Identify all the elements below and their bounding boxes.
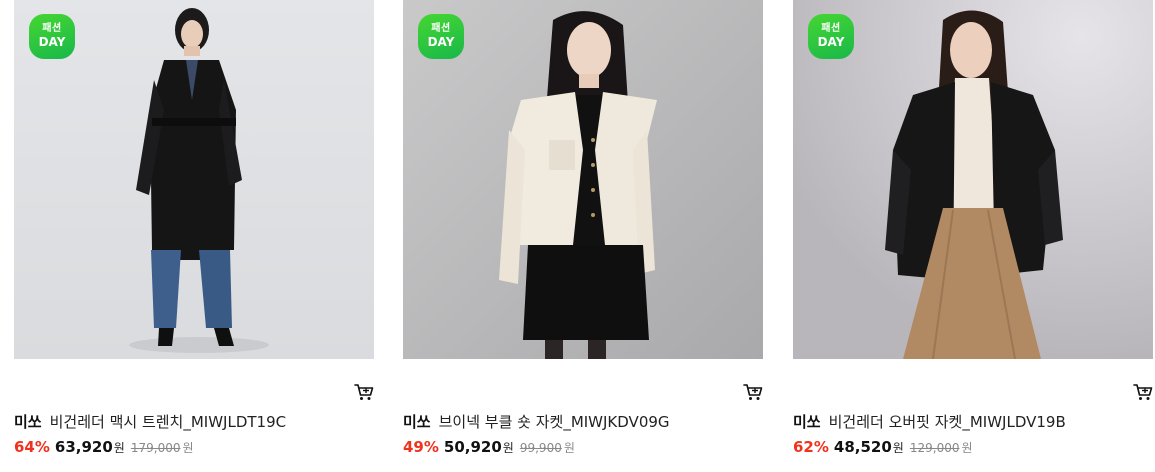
sale-price: 48,520: [833, 438, 892, 456]
sale-currency: 원: [502, 441, 514, 455]
price-row: 49% 50,920원 99,900 원: [403, 437, 575, 458]
brand-name: 미쏘: [14, 413, 42, 431]
discount-rate: 49%: [403, 438, 439, 456]
discount-rate: 62%: [793, 438, 829, 456]
sale-currency: 원: [113, 441, 125, 455]
cart-icon-glyph: [354, 384, 374, 400]
badge-text-top: 패션: [821, 23, 841, 34]
discount-rate: 64%: [14, 438, 50, 456]
original-price: 129,000: [909, 441, 960, 455]
original-price: 99,900: [519, 441, 562, 455]
price-row: 64% 63,920원 179,000 원: [14, 437, 194, 458]
badge-text-bottom: DAY: [427, 35, 455, 49]
badge-text-top: 패션: [431, 23, 451, 34]
product-name: 비건레더 맥시 트렌치_MIWJLDT19C: [49, 413, 287, 431]
cart-icon-glyph: [1133, 384, 1153, 400]
sale-currency: 원: [892, 441, 904, 455]
cart-icon[interactable]: [1133, 383, 1153, 401]
sale-price: 50,920: [443, 438, 502, 456]
sale-price: 63,920: [54, 438, 113, 456]
original-price: 179,000: [130, 441, 181, 455]
brand-name: 미쏘: [793, 413, 821, 431]
cart-icon-glyph: [743, 384, 763, 400]
product-image[interactable]: 패션 DAY: [14, 0, 374, 359]
cart-icon[interactable]: [743, 383, 763, 401]
original-currency: 원: [961, 441, 973, 455]
product-name: 비건레더 오버핏 자켓_MIWJLDV19B: [828, 413, 1066, 431]
badge-text-bottom: DAY: [817, 35, 845, 49]
product-title[interactable]: 미쏘 비건레더 오버핏 자켓_MIWJLDV19B: [793, 412, 1153, 432]
product-image[interactable]: 패션 DAY: [793, 0, 1153, 359]
fashion-day-badge: 패션 DAY: [808, 14, 854, 59]
price-row: 62% 48,520원 129,000 원: [793, 437, 973, 458]
product-card[interactable]: 패션 DAY 미쏘 비건레더 맥시 트렌치_MIWJLDT19C 64% 63,92…: [14, 0, 374, 472]
product-card[interactable]: 패션 DAY 미쏘 브이넥 부클 숏 자켓_MIWJKDV09G 49% 50,92…: [403, 0, 763, 472]
fashion-day-badge: 패션 DAY: [29, 14, 75, 59]
original-currency: 원: [182, 441, 194, 455]
product-title[interactable]: 미쏘 비건레더 맥시 트렌치_MIWJLDT19C: [14, 412, 374, 432]
badge-text-bottom: DAY: [38, 35, 66, 49]
original-currency: 원: [563, 441, 575, 455]
product-name: 브이넥 부클 숏 자켓_MIWJKDV09G: [438, 413, 670, 431]
product-card[interactable]: 패션 DAY 미쏘 비건레더 오버핏 자켓_MIWJLDV19B 62% 48,52…: [793, 0, 1153, 472]
badge-text-top: 패션: [42, 23, 62, 34]
cart-icon[interactable]: [354, 383, 374, 401]
product-image[interactable]: 패션 DAY: [403, 0, 763, 359]
brand-name: 미쏘: [403, 413, 431, 431]
fashion-day-badge: 패션 DAY: [418, 14, 464, 59]
product-title[interactable]: 미쏘 브이넥 부클 숏 자켓_MIWJKDV09G: [403, 412, 763, 432]
